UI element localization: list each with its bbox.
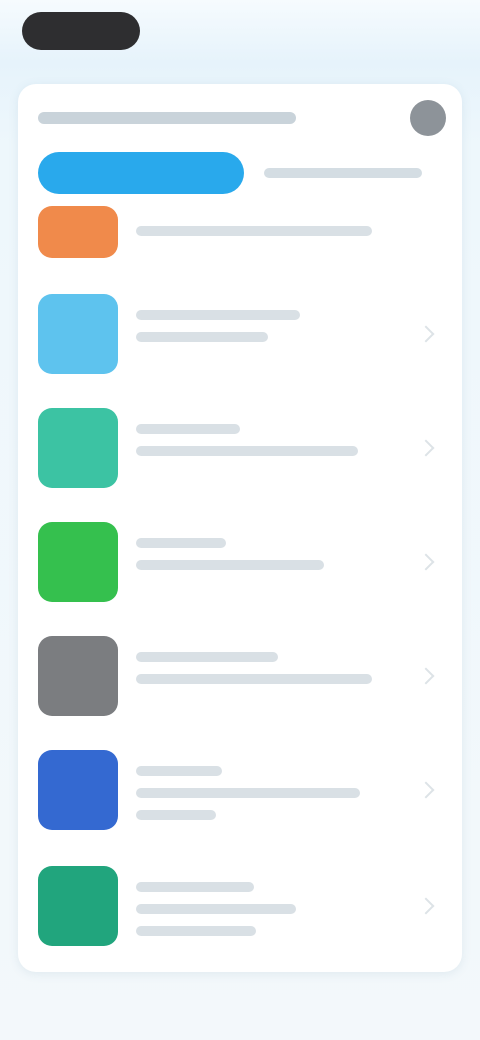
progress-row [38, 150, 442, 196]
list-item[interactable] [18, 522, 462, 602]
panel-header [38, 98, 446, 138]
item-text [136, 750, 442, 832]
progress-fill [38, 152, 244, 194]
text-line [136, 560, 324, 570]
text-line [136, 652, 278, 662]
item-text [136, 866, 442, 948]
content-panel [18, 84, 462, 972]
text-line [136, 926, 256, 936]
text-line [136, 332, 268, 342]
app-list [18, 206, 462, 948]
list-item[interactable] [18, 750, 462, 832]
text-line [136, 424, 240, 434]
list-item[interactable] [18, 294, 462, 374]
list-item[interactable] [18, 636, 462, 716]
text-line [136, 788, 360, 798]
app-icon [38, 294, 118, 374]
status-pill [22, 12, 140, 50]
list-item[interactable] [18, 408, 462, 488]
avatar-icon[interactable] [410, 100, 446, 136]
text-line [136, 766, 222, 776]
text-line [136, 226, 372, 236]
app-icon [38, 206, 118, 258]
app-icon [38, 866, 118, 946]
text-line [136, 810, 216, 820]
list-item[interactable] [18, 866, 462, 948]
item-text [136, 408, 442, 468]
text-line [136, 674, 372, 684]
screen [0, 0, 480, 1040]
text-line [136, 538, 226, 548]
text-line [136, 446, 358, 456]
item-text [136, 294, 442, 354]
header-title-placeholder [38, 112, 296, 124]
app-icon [38, 408, 118, 488]
app-icon [38, 522, 118, 602]
app-icon [38, 636, 118, 716]
item-text [136, 636, 442, 696]
text-line [136, 904, 296, 914]
progress-remaining [264, 168, 422, 178]
text-line [136, 310, 300, 320]
text-line [136, 882, 254, 892]
app-icon [38, 750, 118, 830]
item-text [136, 522, 442, 582]
list-item[interactable] [18, 206, 462, 258]
item-text [136, 206, 442, 248]
